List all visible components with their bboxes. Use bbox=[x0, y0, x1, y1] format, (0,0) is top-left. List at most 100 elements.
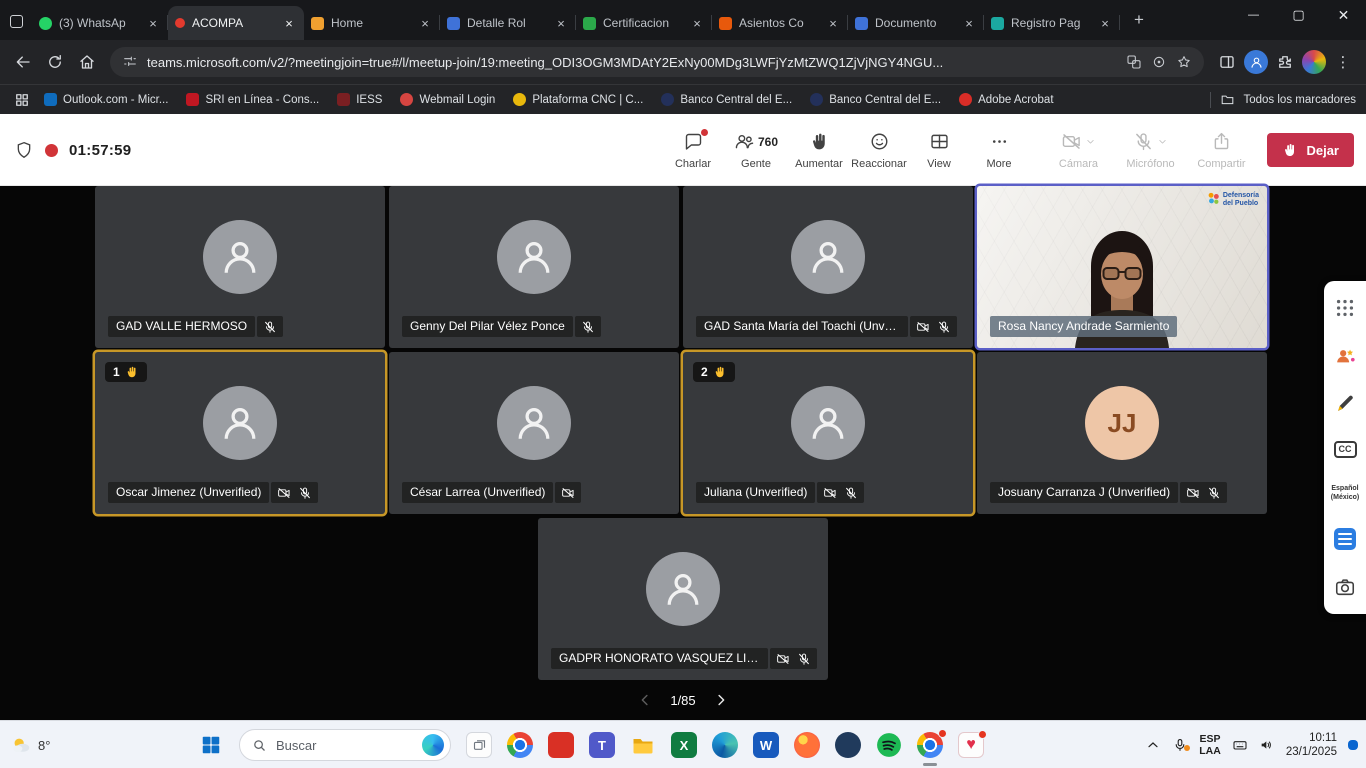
file-explorer-icon[interactable] bbox=[630, 732, 656, 758]
participant-tile[interactable]: Genny Del Pilar Vélez Ponce bbox=[389, 186, 679, 348]
previous-page-icon[interactable] bbox=[636, 691, 654, 709]
raise-hand-button[interactable]: Aumentar bbox=[790, 131, 848, 170]
close-button[interactable]: ✕ bbox=[1321, 0, 1366, 30]
weather-widget[interactable]: 8° bbox=[10, 721, 50, 768]
extensions-puzzle-icon[interactable] bbox=[1270, 47, 1300, 77]
people-button[interactable]: 760 Gente bbox=[724, 131, 788, 170]
clock[interactable]: 10:1123/1/2025 bbox=[1286, 731, 1337, 759]
bookmark-bce-1[interactable]: Banco Central del E... bbox=[653, 90, 800, 109]
participant-tile[interactable]: GAD Santa María del Toachi (Unverifi... bbox=[683, 186, 973, 348]
firefox-icon[interactable] bbox=[794, 732, 820, 758]
tab-close-icon[interactable]: × bbox=[1097, 15, 1113, 31]
participant-tile[interactable]: GADPR HONORATO VASQUEZ LIC. VI... bbox=[538, 518, 828, 680]
spotify-icon[interactable] bbox=[876, 732, 902, 758]
logo-text: del Pueblo bbox=[1223, 200, 1259, 208]
participant-tile[interactable]: GAD VALLE HERMOSO bbox=[95, 186, 385, 348]
annotate-pen-icon[interactable] bbox=[1334, 393, 1356, 415]
participant-tile[interactable]: 2 Juliana (Unverified) bbox=[683, 352, 973, 514]
status-icons bbox=[271, 482, 318, 503]
heart-app-icon[interactable]: ♥ bbox=[958, 732, 984, 758]
bookmark-bce-2[interactable]: Banco Central del E... bbox=[802, 90, 949, 109]
maximize-button[interactable]: ▢ bbox=[1276, 0, 1321, 30]
status-icons bbox=[555, 482, 581, 503]
all-bookmarks[interactable]: Todos los marcadores bbox=[1210, 92, 1357, 108]
tab-whatsapp[interactable]: (3) WhatsAp × bbox=[32, 6, 168, 40]
tab-asientos[interactable]: Asientos Co × bbox=[712, 6, 848, 40]
tab-close-icon[interactable]: × bbox=[689, 15, 705, 31]
tab-close-icon[interactable]: × bbox=[281, 15, 297, 31]
tray-mic-icon[interactable] bbox=[1172, 737, 1188, 753]
edge-icon[interactable] bbox=[712, 732, 738, 758]
start-button[interactable] bbox=[198, 732, 224, 758]
chat-button[interactable]: Charlar bbox=[664, 131, 722, 170]
participant-tile[interactable]: JJ Josuany Carranza J (Unverified) bbox=[977, 352, 1267, 514]
captions-cc-icon[interactable]: CC bbox=[1334, 441, 1357, 458]
leave-button[interactable]: Dejar bbox=[1267, 133, 1354, 167]
translate-icon[interactable] bbox=[1126, 54, 1142, 70]
microphone-button[interactable]: Micrófono bbox=[1113, 131, 1187, 170]
task-view-icon[interactable] bbox=[466, 732, 492, 758]
apps-shortcut-icon[interactable] bbox=[10, 88, 34, 112]
tab-certificacion[interactable]: Certificacion × bbox=[576, 6, 712, 40]
dark-app-icon[interactable] bbox=[835, 732, 861, 758]
bookmark-cnc[interactable]: Plataforma CNC | C... bbox=[505, 90, 651, 109]
red-app-icon[interactable] bbox=[548, 732, 574, 758]
more-button[interactable]: More bbox=[970, 131, 1028, 170]
tab-close-icon[interactable]: × bbox=[417, 15, 433, 31]
chevron-down-icon[interactable] bbox=[1085, 136, 1096, 147]
notes-icon[interactable] bbox=[1334, 528, 1356, 550]
participant-tile[interactable]: César Larrea (Unverified) bbox=[389, 352, 679, 514]
signed-in-avatar[interactable] bbox=[1244, 50, 1268, 74]
react-button[interactable]: Reaccionar bbox=[850, 131, 908, 170]
view-button[interactable]: View bbox=[910, 131, 968, 170]
excel-icon[interactable]: X bbox=[671, 732, 697, 758]
language-indicator[interactable]: ESPLAA bbox=[1199, 733, 1221, 757]
profile-avatar[interactable] bbox=[1302, 50, 1326, 74]
reactions-icon[interactable] bbox=[1334, 345, 1356, 367]
bookmark-sri[interactable]: SRI en Línea - Cons... bbox=[178, 90, 327, 109]
share-button[interactable]: Compartir bbox=[1189, 131, 1253, 170]
kebab-menu-icon[interactable]: ⋮ bbox=[1328, 47, 1358, 77]
screenshot-camera-icon[interactable] bbox=[1334, 576, 1356, 598]
back-icon[interactable] bbox=[8, 47, 38, 77]
bookmark-webmail[interactable]: Webmail Login bbox=[392, 90, 503, 109]
touch-keyboard-icon[interactable] bbox=[1232, 737, 1248, 753]
tab-documento[interactable]: Documento × bbox=[848, 6, 984, 40]
status-icons bbox=[910, 316, 957, 337]
refresh-icon[interactable] bbox=[40, 47, 70, 77]
chrome-app-icon[interactable] bbox=[507, 732, 533, 758]
participant-tile-video[interactable]: Defensoríadel Pueblo Rosa Nancy Andrade … bbox=[977, 186, 1267, 348]
home-icon[interactable] bbox=[72, 47, 102, 77]
tab-home[interactable]: Home × bbox=[304, 6, 440, 40]
bookmark-acrobat[interactable]: Adobe Acrobat bbox=[951, 90, 1061, 109]
notification-indicator[interactable] bbox=[1348, 740, 1358, 750]
notification-badge bbox=[938, 729, 947, 738]
address-bar[interactable]: teams.microsoft.com/v2/?meetingjoin=true… bbox=[110, 47, 1204, 77]
new-tab-button[interactable]: + bbox=[1126, 7, 1152, 33]
hidden-icons-chevron[interactable] bbox=[1145, 737, 1161, 753]
tab-detalle-rol[interactable]: Detalle Rol × bbox=[440, 6, 576, 40]
minimize-button[interactable]: — bbox=[1231, 0, 1276, 30]
bookmark-outlook[interactable]: Outlook.com - Micr... bbox=[36, 90, 176, 109]
tab-close-icon[interactable]: × bbox=[825, 15, 841, 31]
tab-meeting-active[interactable]: ACOMPA × bbox=[168, 6, 304, 40]
next-page-icon[interactable] bbox=[712, 691, 730, 709]
tab-close-icon[interactable]: × bbox=[145, 15, 161, 31]
tab-close-icon[interactable]: × bbox=[553, 15, 569, 31]
chevron-down-icon[interactable] bbox=[1157, 136, 1168, 147]
side-panel-icon[interactable] bbox=[1212, 47, 1242, 77]
bookmark-iess[interactable]: IESS bbox=[329, 90, 390, 109]
volume-icon[interactable] bbox=[1259, 737, 1275, 753]
teams-app-icon[interactable]: T bbox=[589, 732, 615, 758]
participant-tile[interactable]: 1 Oscar Jimenez (Unverified) bbox=[95, 352, 385, 514]
camera-button[interactable]: Cámara bbox=[1045, 131, 1111, 170]
chrome-active-icon[interactable] bbox=[917, 732, 943, 758]
tab-registro[interactable]: Registro Pag × bbox=[984, 6, 1120, 40]
word-icon[interactable]: W bbox=[753, 732, 779, 758]
search-box[interactable]: Buscar bbox=[239, 729, 451, 761]
apps-grid-icon[interactable] bbox=[1334, 297, 1356, 319]
tab-close-icon[interactable]: × bbox=[961, 15, 977, 31]
bookmark-star-icon[interactable] bbox=[1176, 54, 1192, 70]
site-settings-icon[interactable] bbox=[122, 54, 138, 70]
lens-icon[interactable] bbox=[1151, 54, 1167, 70]
